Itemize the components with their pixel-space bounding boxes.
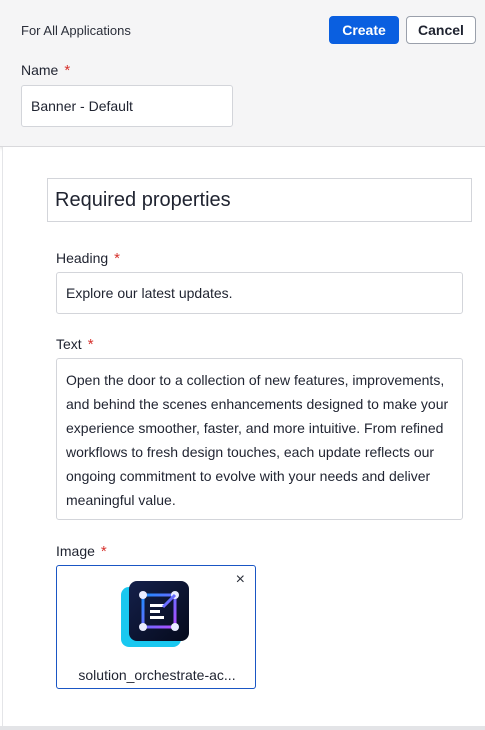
image-card[interactable]: × solution_orchestrate-ac... [56, 565, 256, 689]
create-button[interactable]: Create [329, 16, 399, 44]
image-label-text: Image [56, 543, 95, 559]
close-icon[interactable]: × [236, 572, 245, 588]
orchestrate-glyph [139, 591, 179, 631]
image-label: Image * [56, 543, 107, 560]
section-title: Required properties [47, 178, 472, 222]
image-filename: solution_orchestrate-ac... [78, 667, 236, 683]
bottom-divider [0, 726, 485, 730]
text-textarea[interactable]: Open the door to a collection of new fea… [56, 358, 463, 520]
cancel-button[interactable]: Cancel [406, 16, 476, 44]
required-indicator: * [64, 62, 71, 79]
name-input[interactable]: Banner - Default [21, 85, 233, 127]
scope-label: For All Applications [21, 23, 131, 38]
heading-label: Heading * [56, 250, 120, 267]
heading-label-text: Heading [56, 250, 109, 266]
orchestrate-icon [129, 581, 189, 641]
heading-input[interactable]: Explore our latest updates. [56, 272, 463, 314]
name-label: Name * [21, 62, 70, 79]
text-label-text: Text [56, 336, 82, 352]
required-indicator: * [87, 336, 94, 353]
text-label: Text * [56, 336, 94, 353]
image-thumbnail [121, 581, 191, 651]
required-indicator: * [100, 543, 107, 560]
required-indicator: * [114, 250, 120, 267]
form-header: For All Applications Create Cancel Name *… [0, 0, 485, 147]
name-label-text: Name [21, 62, 59, 78]
